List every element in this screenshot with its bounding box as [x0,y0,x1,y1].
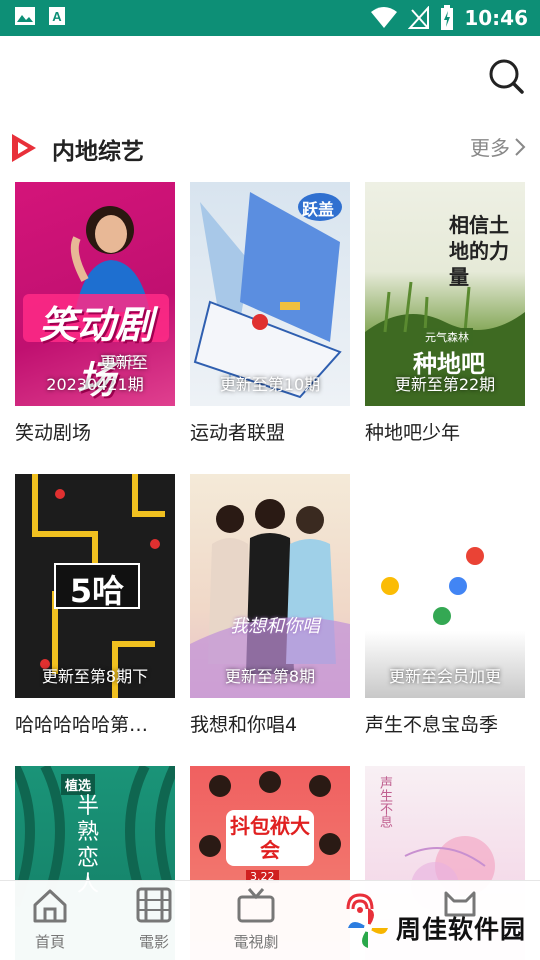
play-arrow-icon [12,134,36,162]
show-card[interactable]: 跃盖 更新至第10期 运动者联盟 [190,182,350,445]
episode-line2: 更新至第22期 [394,375,496,394]
show-card[interactable]: 更新至会员加更 声生不息宝岛季 [365,474,525,737]
tv-icon [237,888,275,923]
svg-text:A: A [52,9,62,24]
episode-badge: 更新至会员加更 [365,666,525,688]
show-poster: 我想和你唱 更新至第8期 [190,474,350,698]
episode-line2: 20230421期 [46,375,144,394]
show-poster: 相信土地的力量 元气森林 种地吧 更新至第22期 [365,182,525,406]
episode-line2: 更新至第8期 [224,667,316,686]
gallery-notification-icon [15,7,35,25]
wifi-icon [371,7,398,28]
show-title: 哈哈哈哈哈第… [15,714,149,736]
poster-title: 5哈 [69,572,125,610]
episode-line2: 更新至第8期下 [41,667,149,686]
show-title: 种地吧少年 [365,422,461,444]
nav-movie-label: 電影 [138,933,169,951]
watermark-text: 周佳软件园 [396,915,527,944]
pinwheel-logo-icon [348,908,388,948]
nav-home[interactable]: 首頁 [10,885,90,952]
app-logo [30,48,248,116]
more-label: 更多 [470,136,510,160]
poster-badge: 植选 [61,774,96,795]
watermark: 周佳软件园 [346,906,526,950]
episode-badge: 更新至第8期 [190,666,350,688]
show-poster: 笑动剧场 2018 更新至 20230421期 [15,182,175,406]
film-icon [136,887,172,923]
episode-line2: 更新至第10期 [219,375,321,394]
no-signal-icon [408,6,430,29]
battery-charging-icon [441,5,454,30]
header [0,36,540,126]
show-title: 声生不息宝岛季 [365,714,499,736]
show-title: 运动者联盟 [190,422,286,444]
show-card[interactable]: 我想和你唱 更新至第8期 我想和你唱4 [190,474,350,737]
nav-movie[interactable]: 電影 [114,885,194,952]
status-bar: A 10:46 [0,0,540,36]
nav-home-label: 首頁 [34,933,65,951]
show-poster: 更新至会员加更 [365,474,525,698]
poster-title: 声生不息 [377,776,392,828]
home-icon [33,889,67,923]
show-poster: 跃盖 更新至第10期 [190,182,350,406]
chevron-right-icon [515,137,526,156]
poster-title: 跃盖 [302,200,335,219]
show-card[interactable]: 相信土地的力量 元气森林 种地吧 更新至第22期 种地吧少年 [365,182,525,445]
section-title: 内地综艺 [52,139,144,165]
episode-badge: 更新至 20230421期 [15,352,175,396]
episode-line2: 更新至会员加更 [388,667,501,686]
more-link[interactable]: 更多 [470,132,526,161]
poster-slogan: 相信土地的力量 [449,213,509,289]
show-title: 我想和你唱4 [190,714,298,736]
poster-title: 抖包袱大会 [230,814,310,862]
poster-title: 我想和你唱 [230,616,320,637]
episode-badge: 更新至第10期 [190,374,350,396]
show-poster: 5哈 更新至第8期下 [15,474,175,698]
show-card[interactable]: 5哈 更新至第8期下 哈哈哈哈哈第… [15,474,175,737]
section-header: 内地综艺 更多 [0,128,540,168]
episode-badge: 更新至第22期 [365,374,525,396]
nav-tv[interactable]: 電視劇 [216,885,296,952]
search-icon[interactable] [486,56,526,96]
nav-tv-label: 電視劇 [233,933,279,951]
app-notification-icon: A [49,7,65,25]
clock: 10:46 [464,6,528,30]
episode-line1: 更新至 [99,353,148,372]
episode-badge: 更新至第8期下 [15,666,175,688]
show-card[interactable]: 笑动剧场 2018 更新至 20230421期 笑动剧场 [15,182,175,445]
show-title: 笑动剧场 [15,422,92,444]
